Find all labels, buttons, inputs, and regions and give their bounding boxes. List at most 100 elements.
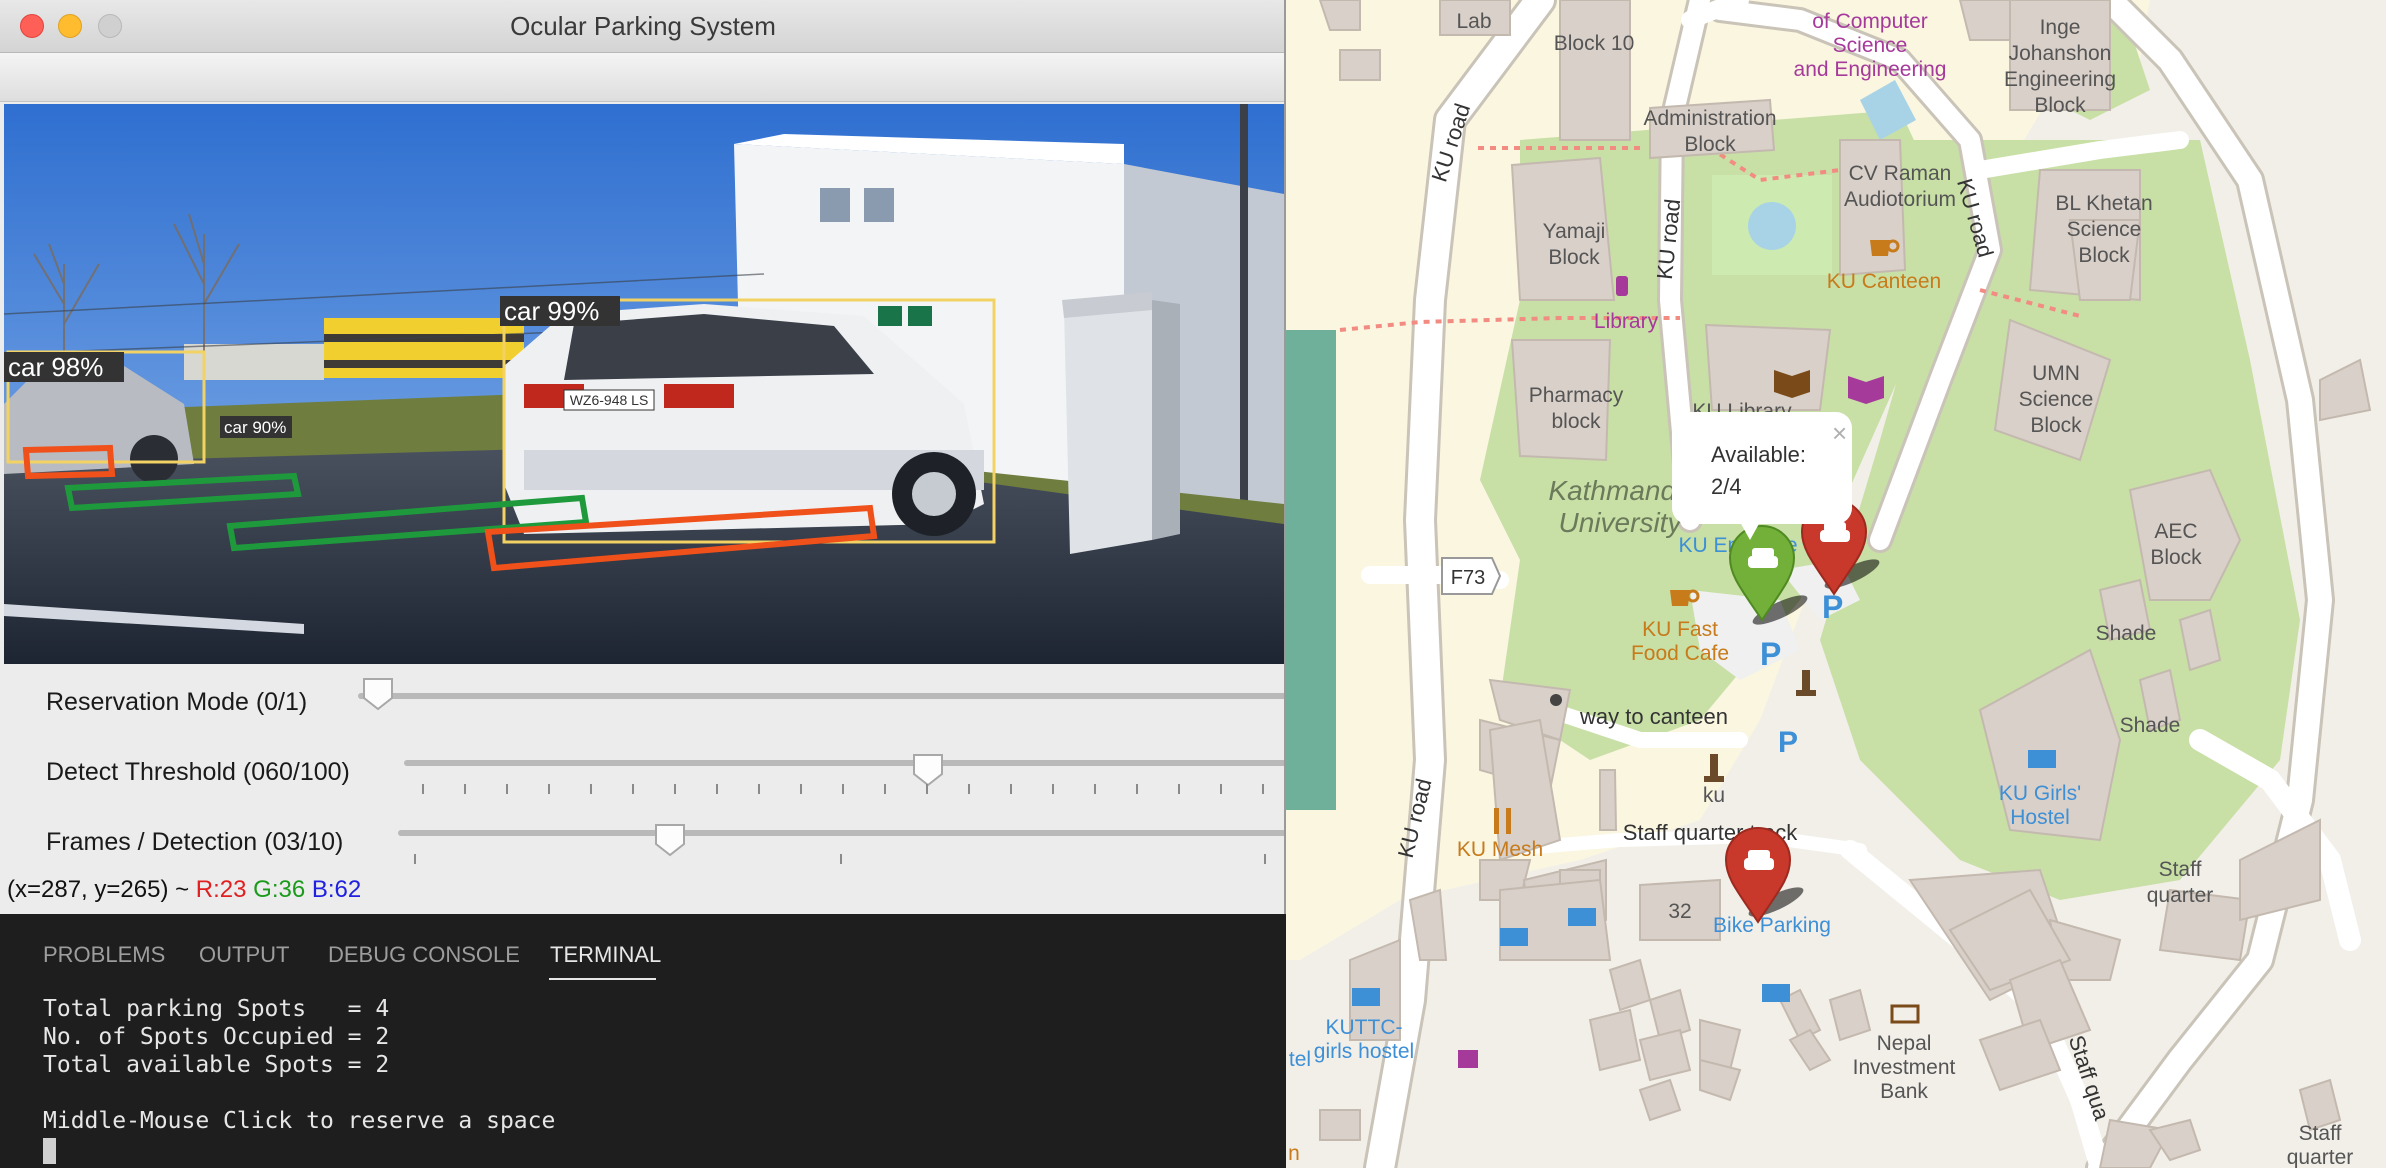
detect-threshold-tick xyxy=(632,784,634,794)
map-label-shade2: Shade xyxy=(2120,714,2181,737)
frames-detection-tick xyxy=(1264,854,1266,864)
terminal-line: Total available Spots = 2 xyxy=(43,1052,390,1078)
detect-threshold-tick xyxy=(1262,784,1264,794)
detect-threshold-track[interactable] xyxy=(404,760,1284,766)
map-label-tel: tel xyxy=(1289,1048,1311,1071)
availability-popup: Available: 2/4 × xyxy=(1672,412,1852,540)
library-icon xyxy=(1616,276,1628,296)
frames-detection-track[interactable] xyxy=(398,830,1284,836)
electrical-cabinet xyxy=(1062,292,1180,554)
detect-threshold-tick xyxy=(1010,784,1012,794)
point-icon xyxy=(1550,694,1562,706)
map-label-ku: ku xyxy=(1703,784,1725,807)
frames-detection-tick xyxy=(840,854,842,864)
detection-label: car 98% xyxy=(4,352,124,382)
reservation-mode-track[interactable] xyxy=(358,693,1284,699)
detect-threshold-tick xyxy=(758,784,760,794)
svg-text:car 90%: car 90% xyxy=(224,418,286,437)
detect-threshold-tick xyxy=(548,784,550,794)
svg-text:P: P xyxy=(1778,726,1798,759)
map-label-32: 32 xyxy=(1668,900,1691,923)
terminal-line: Middle-Mouse Click to reserve a space xyxy=(43,1108,556,1134)
car-icon xyxy=(1748,548,1778,568)
map-label-block10: Block 10 xyxy=(1554,32,1635,55)
status-coords: (x=287, y=265) ~ xyxy=(7,876,196,903)
detect-threshold-tick xyxy=(1094,784,1096,794)
status-r: R:23 xyxy=(195,876,247,903)
map-label-kucanteen: KU Canteen xyxy=(1827,270,1941,293)
detect-threshold-tick xyxy=(506,784,508,794)
tab-debug-console[interactable]: DEBUG CONSOLE xyxy=(328,942,520,968)
tab-terminal[interactable]: TERMINAL xyxy=(550,942,661,968)
svg-text:F73: F73 xyxy=(1451,567,1485,589)
detection-label: car 90% xyxy=(220,416,292,438)
detect-threshold-tick xyxy=(884,784,886,794)
detect-threshold-tick xyxy=(800,784,802,794)
detect-threshold-tick xyxy=(1052,784,1054,794)
detect-threshold-tick xyxy=(842,784,844,794)
map-label-lab: Lab xyxy=(1456,10,1491,33)
terminal-line: Total parking Spots = 4 xyxy=(43,996,390,1022)
detect-threshold-tick xyxy=(1178,784,1180,794)
popup-close-icon[interactable]: × xyxy=(1832,418,1847,448)
detect-threshold-slider-handle[interactable] xyxy=(911,752,945,788)
window-toolbar xyxy=(0,53,1284,102)
map-label-fastfood: KU Fast Food Cafe xyxy=(1631,618,1729,665)
map-label-kumesh: KU Mesh xyxy=(1457,838,1543,861)
map-label-kuttc: KUTTC-girls hostel xyxy=(1314,1016,1414,1063)
terminal-cursor[interactable] xyxy=(43,1138,56,1164)
popup-line1: Available: xyxy=(1711,442,1806,467)
window-title: Ocular Parking System xyxy=(510,11,776,41)
map-label-library: Library xyxy=(1594,310,1659,333)
green-sign xyxy=(908,306,932,326)
title-bar[interactable]: Ocular Parking System xyxy=(0,0,1284,53)
popup-line2: 2/4 xyxy=(1711,474,1742,499)
frames-detection-slider-handle[interactable] xyxy=(653,822,687,858)
detection-label: car 99% xyxy=(500,296,620,326)
f73-shield: F73 xyxy=(1441,557,1502,595)
terminal-line: No. of Spots Occupied = 2 xyxy=(43,1024,390,1050)
detect-threshold-tick xyxy=(464,784,466,794)
active-tab-indicator xyxy=(549,978,656,980)
reservation-mode-label: Reservation Mode (0/1) xyxy=(46,688,308,716)
yellow-building xyxy=(324,318,524,378)
tab-problems[interactable]: PROBLEMS xyxy=(43,942,165,968)
car-icon xyxy=(1820,522,1850,542)
fountain xyxy=(1748,202,1796,250)
map-label-bikeparking: Bike Parking xyxy=(1713,914,1831,937)
detect-threshold-tick xyxy=(926,784,928,794)
water-strip xyxy=(1286,330,1336,810)
detect-threshold-tick xyxy=(590,784,592,794)
svg-text:P: P xyxy=(1822,589,1843,625)
status-g: G:36 xyxy=(253,876,306,903)
reservation-mode-slider-handle[interactable] xyxy=(361,676,395,712)
detect-threshold-tick xyxy=(716,784,718,794)
license-plate: WZ6-948 LS xyxy=(570,392,649,408)
detect-threshold-tick xyxy=(1136,784,1138,794)
map-label-kathmandu: Kathmandu University xyxy=(1548,475,1692,538)
green-sign xyxy=(878,306,902,326)
tab-output[interactable]: OUTPUT xyxy=(199,942,289,968)
camera-feed[interactable]: WZ6-948 LS car 98% car 99% car 90% xyxy=(4,104,1284,664)
map-label-shade1: Shade xyxy=(2096,622,2157,645)
svg-text:P: P xyxy=(1760,636,1781,672)
car-icon xyxy=(1744,850,1774,870)
detect-threshold-tick xyxy=(968,784,970,794)
svg-text:car 99%: car 99% xyxy=(504,296,599,326)
ocular-parking-window: Ocular Parking System WZ6-948 LS car 98%… xyxy=(0,0,1286,914)
frames-detection-label: Frames / Detection (03/10) xyxy=(46,828,344,856)
detect-threshold-tick xyxy=(1220,784,1222,794)
svg-text:car 98%: car 98% xyxy=(8,352,103,382)
map-label-n: n xyxy=(1288,1142,1300,1165)
pole xyxy=(1240,104,1248,544)
shop-icon xyxy=(1458,1050,1478,1068)
detect-threshold-label: Detect Threshold (060/100) xyxy=(46,758,350,786)
map-label-girlshostel: KU Girls' Hostel xyxy=(1999,782,2081,829)
frames-detection-tick xyxy=(414,854,416,864)
status-b: B:62 xyxy=(311,876,362,903)
map-label-waycanteen: way to canteen xyxy=(1579,704,1728,729)
detect-threshold-tick xyxy=(422,784,424,794)
detect-threshold-tick xyxy=(674,784,676,794)
pixel-status-line: (x=287, y=265) ~ R:23 G:36 B:62 xyxy=(7,876,361,904)
terminal-panel: PROBLEMS OUTPUT DEBUG CONSOLE TERMINAL T… xyxy=(0,912,1286,1168)
